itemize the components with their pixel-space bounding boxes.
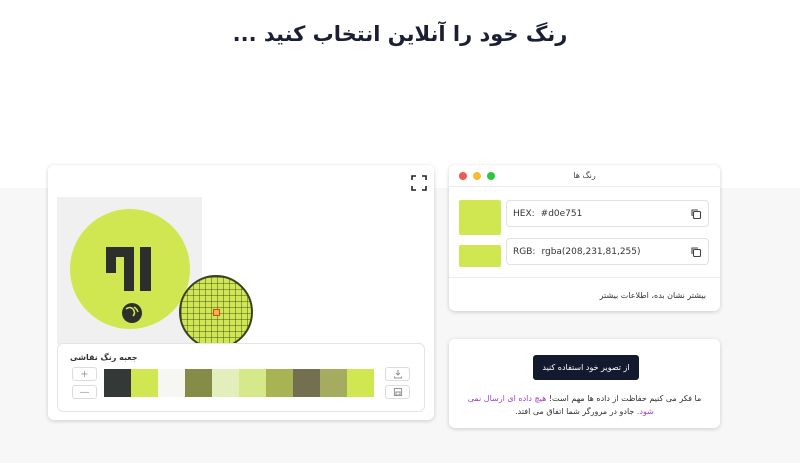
palette-swatch[interactable] [158, 369, 185, 397]
copy-icon[interactable] [690, 208, 702, 220]
rgb-value: rgba(208,231,81,255) [541, 246, 641, 257]
upload-card: از تصویر خود استفاده کنید ما فکر می کنیم… [449, 339, 720, 428]
palette-swatch[interactable] [266, 369, 293, 397]
divider [449, 277, 720, 278]
hex-value: #d0e751 [540, 208, 583, 219]
save-palette-button[interactable] [385, 385, 410, 399]
hex-value-field[interactable]: HEX: #d0e751 [506, 200, 709, 227]
privacy-text-start: ما فکر می کنیم حفاظت از داده ها مهم است! [548, 394, 702, 403]
save-icon [393, 387, 402, 397]
palette-swatch[interactable] [320, 369, 347, 397]
palette-swatch[interactable] [131, 369, 158, 397]
palette-swatch[interactable] [212, 369, 239, 397]
palette-swatch[interactable] [239, 369, 266, 397]
magnifier-target-pixel [213, 309, 220, 316]
palette-panel: جعبه رنگ نقاشی + — [57, 343, 425, 412]
download-icon [393, 370, 402, 379]
window-bar: رنگ ها [449, 165, 720, 187]
rgb-label: RGB: [513, 246, 536, 257]
palette-swatch[interactable] [185, 369, 212, 397]
palette-title: جعبه رنگ نقاشی [70, 353, 138, 362]
palette-swatch[interactable] [104, 369, 131, 397]
use-your-image-button[interactable]: از تصویر خود استفاده کنید [533, 355, 639, 380]
palette-swatch[interactable] [347, 369, 374, 397]
show-more-link[interactable]: بیشتر نشان بده، اطلاعات بیشتر [600, 291, 706, 300]
rgb-value-field[interactable]: RGB: rgba(208,231,81,255) [506, 238, 709, 265]
hex-label: HEX: [513, 208, 535, 219]
palette-swatches [104, 369, 374, 397]
color-picker-card: جعبه رنگ نقاشی + — [48, 165, 434, 420]
globe-icon [122, 303, 142, 323]
page-title: رنگ خود را آنلاین انتخاب کنید ... [232, 22, 568, 46]
hex-color-preview [459, 200, 501, 235]
logo-mark [106, 247, 151, 323]
rgb-color-preview [459, 245, 501, 267]
remove-color-button[interactable]: — [72, 385, 97, 399]
privacy-note: ما فکر می کنیم حفاظت از داده ها مهم است!… [459, 392, 710, 418]
add-color-button[interactable]: + [72, 367, 97, 381]
logo-circle [70, 209, 190, 329]
fullscreen-icon[interactable] [411, 175, 427, 191]
copy-icon[interactable] [690, 246, 702, 258]
palette-swatch[interactable] [293, 369, 320, 397]
privacy-text-end: جادو در مرورگر شما اتفاق می افتد. [515, 407, 635, 416]
colors-card: رنگ ها HEX: #d0e751 RGB: rgba(208,231,81… [449, 165, 720, 311]
window-title: رنگ ها [573, 171, 596, 180]
download-palette-button[interactable] [385, 367, 410, 381]
magnifier-loupe [179, 275, 253, 349]
